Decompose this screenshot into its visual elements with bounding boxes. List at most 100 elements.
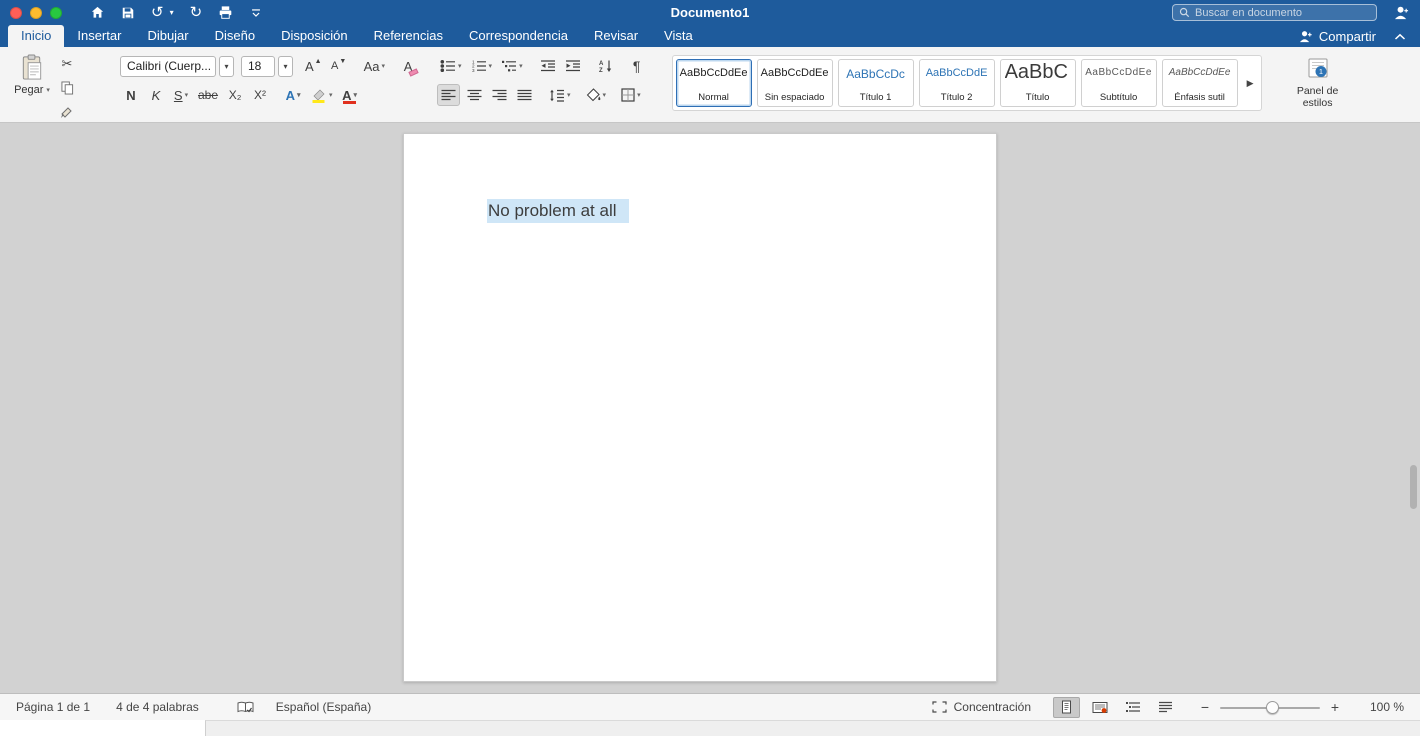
- style-sample: AaBbC: [1004, 61, 1068, 83]
- style-normal[interactable]: AaBbCcDdEe Normal: [675, 59, 752, 107]
- paste-button[interactable]: Pegar ▾: [8, 47, 56, 120]
- sort-button[interactable]: AZ: [595, 55, 617, 77]
- more-commands-icon[interactable]: [249, 6, 263, 20]
- share-button[interactable]: Compartir: [1298, 29, 1376, 44]
- tab-dibujar[interactable]: Dibujar: [134, 25, 201, 47]
- copy-button[interactable]: [56, 80, 78, 96]
- outline-view-icon: [1125, 702, 1140, 712]
- font-color-button[interactable]: A ▾: [339, 84, 361, 106]
- style-enfasis-sutil[interactable]: AaBbCcDdEe Énfasis sutil: [1161, 59, 1238, 107]
- numbering-button[interactable]: 123 ▾: [468, 55, 496, 77]
- background-window-edge: [205, 720, 1420, 736]
- highlight-button[interactable]: ▾: [307, 84, 336, 106]
- tab-revisar[interactable]: Revisar: [581, 25, 651, 47]
- line-spacing-button[interactable]: ▾: [546, 84, 574, 106]
- ribbon-group-clipboard: Pegar ▾ ✂: [8, 47, 108, 120]
- vertical-scrollbar-thumb[interactable]: [1410, 465, 1417, 509]
- text-effects-button[interactable]: A ▾: [282, 84, 304, 106]
- search-box[interactable]: [1172, 4, 1377, 21]
- tab-inicio[interactable]: Inicio: [8, 25, 65, 47]
- change-case-button[interactable]: Aa ▾: [361, 55, 388, 77]
- style-titulo-2[interactable]: AaBbCcDdE Título 2: [918, 59, 995, 107]
- font-size-combo[interactable]: 18: [241, 55, 275, 77]
- strikethrough-button[interactable]: abe: [195, 84, 221, 106]
- bold-button[interactable]: N: [120, 84, 142, 106]
- decrease-indent-button[interactable]: [537, 55, 559, 77]
- underline-button[interactable]: S ▾: [170, 84, 192, 106]
- undo-dropdown-icon[interactable]: ▾: [170, 8, 174, 17]
- show-formatting-marks-button[interactable]: ¶: [626, 55, 648, 77]
- zoom-level[interactable]: 100 %: [1364, 700, 1404, 714]
- borders-button[interactable]: ▾: [618, 84, 644, 106]
- tab-disposicion[interactable]: Disposición: [268, 25, 360, 47]
- zoom-out-button[interactable]: −: [1199, 699, 1211, 715]
- bullets-dropdown-icon: ▾: [458, 63, 462, 70]
- draft-view-icon: [1159, 701, 1172, 713]
- increase-indent-button[interactable]: [562, 55, 584, 77]
- grow-font-button[interactable]: A ▲: [302, 55, 325, 77]
- collapse-ribbon-icon[interactable]: [1394, 33, 1406, 41]
- align-right-button[interactable]: [488, 84, 510, 106]
- document-page[interactable]: No problem at all: [403, 133, 997, 682]
- clear-formatting-button[interactable]: A: [397, 55, 419, 77]
- styles-pane-button[interactable]: 1 Panel de estilos: [1278, 47, 1358, 109]
- web-layout-view-button[interactable]: [1086, 697, 1113, 718]
- style-label: Título: [1025, 92, 1050, 103]
- tabrow-right: Compartir: [1292, 29, 1412, 47]
- tab-referencias[interactable]: Referencias: [361, 25, 456, 47]
- shrink-font-button[interactable]: A ▼: [328, 55, 350, 77]
- tab-diseno[interactable]: Diseño: [202, 25, 268, 47]
- style-titulo[interactable]: AaBbC Título: [999, 59, 1076, 107]
- font-name-dropdown[interactable]: ▾: [219, 55, 234, 77]
- zoom-slider[interactable]: [1220, 700, 1320, 714]
- styles-gallery-more-button[interactable]: ▶: [1243, 59, 1258, 107]
- focus-mode-button[interactable]: Concentración: [932, 700, 1031, 714]
- shading-button[interactable]: ▾: [583, 84, 610, 106]
- style-label: Título 2: [940, 92, 973, 103]
- home-icon[interactable]: [90, 5, 105, 20]
- align-center-button[interactable]: [463, 84, 485, 106]
- style-titulo-1[interactable]: AaBbCcDc Título 1: [837, 59, 914, 107]
- web-layout-icon: [1092, 701, 1107, 713]
- format-painter-button[interactable]: [56, 104, 78, 120]
- language-indicator[interactable]: Español (España): [276, 700, 371, 714]
- style-sin-espaciado[interactable]: AaBbCcDdEe Sin espaciado: [756, 59, 833, 107]
- align-left-button[interactable]: [437, 84, 461, 106]
- document-text[interactable]: No problem at all: [487, 199, 629, 223]
- font-name-combo[interactable]: Calibri (Cuerp...: [120, 55, 216, 77]
- change-case-dropdown-icon: ▾: [381, 63, 386, 70]
- superscript-button[interactable]: X²: [249, 84, 271, 106]
- justify-button[interactable]: [513, 84, 535, 106]
- tab-vista[interactable]: Vista: [651, 25, 706, 47]
- proofing-status-icon[interactable]: [237, 701, 254, 714]
- cut-button[interactable]: ✂: [56, 56, 78, 72]
- style-subtitulo[interactable]: AaBbCcDdEe Subtítulo: [1080, 59, 1157, 107]
- tab-correspondencia[interactable]: Correspondencia: [456, 25, 581, 47]
- tab-insertar[interactable]: Insertar: [64, 25, 134, 47]
- multilevel-list-button[interactable]: ▾: [498, 55, 526, 77]
- print-layout-view-button[interactable]: [1053, 696, 1080, 718]
- underline-label: S: [173, 87, 183, 103]
- subscript-button[interactable]: X₂: [224, 84, 246, 106]
- italic-button[interactable]: K: [145, 84, 167, 106]
- draft-view-button[interactable]: [1152, 697, 1179, 718]
- justify-icon: [517, 89, 532, 101]
- zoom-in-button[interactable]: +: [1329, 699, 1341, 715]
- bullets-button[interactable]: ▾: [437, 55, 465, 77]
- print-icon[interactable]: [218, 5, 233, 20]
- outline-view-button[interactable]: [1119, 697, 1146, 718]
- ribbon-group-paragraph: ▾ 123 ▾ ▾ AZ ¶ ▾ ▾ ▾: [437, 47, 648, 106]
- redo-icon[interactable]: ↻: [190, 5, 203, 20]
- font-size-dropdown[interactable]: ▾: [278, 55, 293, 77]
- word-count[interactable]: 4 de 4 palabras: [116, 700, 199, 714]
- paint-bucket-icon: [586, 88, 601, 102]
- change-case-label: Aa: [363, 58, 380, 74]
- user-icon[interactable]: [1393, 5, 1410, 20]
- page-count[interactable]: Página 1 de 1: [16, 700, 90, 714]
- search-input[interactable]: [1195, 6, 1370, 19]
- save-icon[interactable]: [121, 6, 135, 20]
- zoom-slider-knob[interactable]: [1266, 700, 1279, 714]
- selected-text[interactable]: No problem at all: [487, 199, 629, 223]
- document-area: No problem at all: [0, 123, 1420, 693]
- undo-icon[interactable]: ↺: [151, 5, 164, 20]
